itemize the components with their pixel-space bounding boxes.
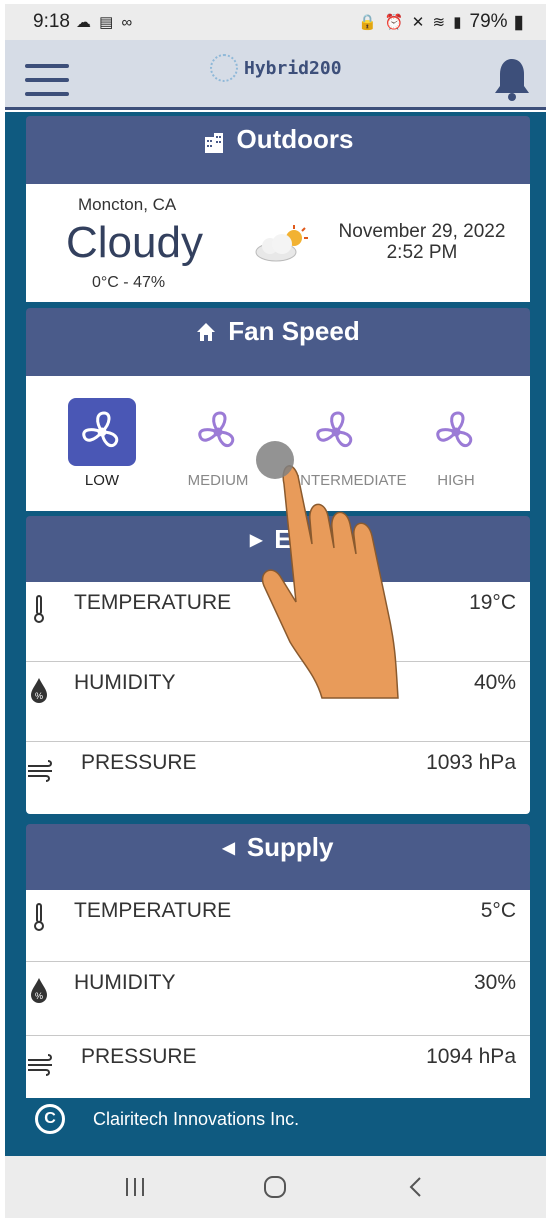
temp-humidity: 0°C - 47% — [92, 274, 166, 291]
row-label: TEMPERATURE — [74, 591, 232, 614]
app-title: Hybrid200 — [244, 57, 342, 79]
outdoors-title: Outdoors — [236, 124, 354, 154]
exhaust-header[interactable]: ▶ Ex — [26, 516, 530, 584]
cloud-sun-icon — [255, 225, 308, 262]
fan-option-intermediate[interactable]: INTERMEDIATE — [296, 398, 407, 489]
wind-icon — [28, 760, 52, 782]
exhaust-title: Ex — [274, 524, 307, 554]
company-name: Clairitech Innovations Inc. — [93, 1108, 300, 1129]
thermometer-icon — [34, 903, 44, 931]
row-value: 19°C — [469, 591, 516, 614]
fan-speed-header: Fan Speed — [26, 308, 530, 376]
caret-left-icon: ◀ — [222, 840, 235, 857]
fan-label-high: HIGH — [437, 472, 475, 489]
row-label: PRESSURE — [81, 751, 197, 774]
svg-text:%: % — [35, 991, 43, 1001]
row-value: 1093 hPa — [426, 751, 516, 774]
app-header: Hybrid200 — [5, 40, 546, 110]
building-icon — [204, 133, 223, 153]
outdoors-card: Moncton, CA Cloudy 0°C - 47% November 29… — [26, 184, 530, 302]
humidity-drop-icon: % — [31, 978, 47, 1003]
supply-pressure-row: PRESSURE 1094 hPa — [26, 1036, 530, 1098]
caret-right-icon: ▶ — [249, 532, 263, 549]
brand-logo-icon — [210, 54, 238, 82]
supply-humidity-row: % HUMIDITY 30% — [26, 962, 530, 1036]
fan-icon — [436, 411, 473, 448]
exhaust-card: TEMPERATURE 19°C % HUMIDITY 40% PRESSURE… — [26, 582, 530, 814]
home-icon — [197, 323, 216, 341]
exhaust-temperature-row: TEMPERATURE 19°C — [26, 582, 530, 662]
fan-label-medium: MEDIUM — [187, 472, 249, 489]
fan-icon — [82, 411, 119, 448]
humidity-drop-icon: % — [31, 678, 47, 703]
copyright-icon: C — [35, 1104, 65, 1134]
main-panel: Outdoors Moncton, CA Cloudy 0°C - 47% No… — [5, 112, 546, 1156]
exhaust-pressure-row: PRESSURE 1093 hPa — [26, 742, 530, 822]
date: November 29, 2022 — [338, 221, 506, 242]
fan-icon — [316, 411, 353, 448]
notification-icons: ☁ ▤ ∞ — [75, 14, 135, 31]
fan-option-medium[interactable]: MEDIUM — [178, 398, 258, 489]
thermometer-icon — [34, 595, 44, 623]
back-chevron-icon — [409, 1177, 421, 1197]
row-label: TEMPERATURE — [74, 899, 232, 922]
row-value: 30% — [473, 971, 516, 994]
row-value: 5°C — [480, 899, 516, 922]
footer: C Clairitech Innovations Inc. — [35, 1104, 299, 1134]
brand: Hybrid200 — [210, 54, 342, 82]
row-label: HUMIDITY — [74, 971, 176, 994]
supply-card: TEMPERATURE 5°C % HUMIDITY 30% PRESSURE … — [26, 890, 530, 1098]
row-value: 1094 hPa — [426, 1045, 516, 1068]
row-label: PRESSURE — [81, 1045, 197, 1068]
svg-text:%: % — [35, 691, 43, 701]
row-label: HUMIDITY — [74, 671, 176, 694]
location: Moncton, CA — [78, 195, 177, 214]
exhaust-humidity-row: % HUMIDITY 40% — [26, 662, 530, 742]
fan-icon — [198, 411, 235, 448]
fan-option-low[interactable]: LOW — [62, 398, 142, 489]
outdoors-header: Outdoors — [26, 116, 530, 184]
status-bar: 9:18 ☁ ▤ ∞ 🔒 ⏰ ✕ ≋ ▮ 79% ▮ — [5, 4, 546, 40]
system-nav-bar — [5, 1156, 546, 1218]
status-time: 9:18 — [33, 11, 70, 32]
supply-title: Supply — [246, 832, 334, 862]
menu-icon[interactable] — [25, 64, 69, 96]
fan-speed-title: Fan Speed — [228, 316, 360, 346]
recent-apps-button[interactable] — [115, 1167, 155, 1207]
recent-apps-icon — [126, 1178, 145, 1196]
time: 2:52 PM — [386, 242, 458, 263]
home-circle-icon — [264, 1176, 287, 1198]
battery-percent: 79% — [469, 11, 508, 32]
wind-icon — [28, 1054, 52, 1076]
row-value: 40% — [473, 671, 516, 694]
bell-icon[interactable] — [492, 56, 532, 102]
fan-speed-card: LOW MEDIUM INTERMEDIATE HIGH — [26, 376, 530, 511]
fan-option-high[interactable]: HIGH — [416, 398, 496, 489]
fan-label-low: LOW — [84, 472, 120, 489]
weather-condition: Cloudy — [66, 218, 203, 267]
back-button[interactable] — [396, 1167, 436, 1207]
supply-temperature-row: TEMPERATURE 5°C — [26, 890, 530, 962]
date-time: November 29, 2022 2:52 PM — [332, 221, 512, 263]
fan-label-intermediate: INTERMEDIATE — [296, 472, 407, 489]
battery-icon: ▮ — [513, 11, 524, 33]
home-button[interactable] — [255, 1167, 295, 1207]
supply-header[interactable]: ◀ Supply — [26, 824, 530, 892]
system-status-icons: 🔒 ⏰ ✕ ≋ ▮ — [358, 14, 464, 31]
